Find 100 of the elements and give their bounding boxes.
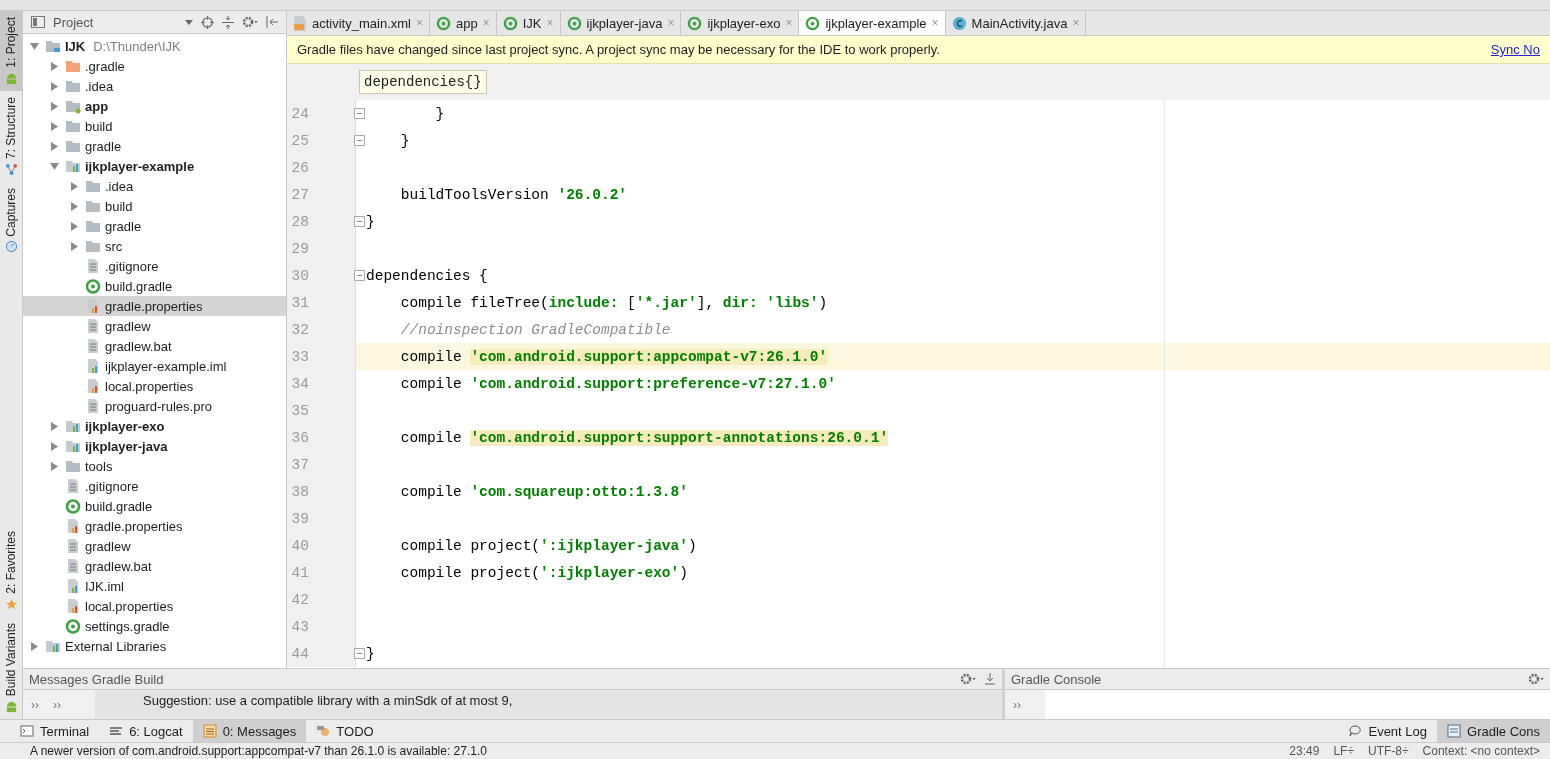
fold-marker-icon[interactable]: [354, 135, 365, 146]
tree-item[interactable]: build: [23, 116, 286, 136]
tree-item[interactable]: ijkplayer-exo: [23, 416, 286, 436]
file-icon: [65, 578, 81, 594]
tree-item[interactable]: local.properties: [23, 376, 286, 396]
tree-item[interactable]: .idea: [23, 76, 286, 96]
expand-button[interactable]: ››: [31, 694, 39, 715]
class-icon: [951, 15, 967, 31]
status-item[interactable]: LF÷: [1333, 744, 1354, 758]
code-line: buildToolsVersion '26.0.2': [399, 186, 628, 203]
item-label: ijkplayer-java: [85, 438, 168, 454]
folder-icon: [65, 118, 81, 134]
item-label: build.gradle: [85, 498, 153, 514]
tree-item[interactable]: gradle.properties: [23, 296, 286, 316]
line-number: 24: [290, 105, 309, 122]
settings-icon[interactable]: [242, 16, 258, 28]
properties-file-icon: [85, 378, 101, 394]
tool-tab[interactable]: 0: Messages: [192, 720, 307, 742]
expand-button[interactable]: ››: [53, 694, 61, 715]
tree-item[interactable]: tools: [23, 456, 286, 476]
status-item[interactable]: UTF-8÷: [1368, 744, 1409, 758]
tree-item[interactable]: gradlew: [23, 536, 286, 556]
file-icon: [85, 258, 101, 274]
file-icon: [65, 478, 81, 494]
dropdown-arrow-icon[interactable]: [185, 19, 193, 25]
tree-item[interactable]: ijkplayer-example.iml: [23, 356, 286, 376]
tree-item[interactable]: settings.gradle: [23, 616, 286, 636]
panel-title: Messages Gradle Build: [29, 671, 165, 687]
tree-item[interactable]: IJK.iml: [23, 576, 286, 596]
hide-panel-icon[interactable]: [266, 16, 278, 28]
item-label: proguard-rules.pro: [105, 398, 212, 414]
line-number: 26: [290, 159, 309, 176]
fold-marker-icon[interactable]: [354, 270, 365, 281]
fold-marker-icon[interactable]: [354, 648, 365, 659]
tool-tab[interactable]: Terminal: [10, 720, 100, 742]
tree-item[interactable]: app: [23, 96, 286, 116]
tree-item[interactable]: ijkplayer-java: [23, 436, 286, 456]
tree-item[interactable]: gradle.properties: [23, 516, 286, 536]
tree-item[interactable]: gradlew.bat: [23, 556, 286, 576]
tool-tab[interactable]: TODO: [306, 720, 384, 742]
tool-tab[interactable]: Gradle Cons: [1437, 720, 1550, 742]
status-message: A newer version of com.android.support:appcompat-v7 than 26.1.0 is available: 27.1.0: [30, 744, 488, 758]
tree-item[interactable]: .idea: [23, 176, 286, 196]
fold-marker-icon[interactable]: [354, 216, 365, 227]
line-number: 41: [290, 564, 309, 581]
todo-icon: [316, 724, 331, 738]
tree-item[interactable]: proguard-rules.pro: [23, 396, 286, 416]
module-icon: [65, 418, 81, 434]
folder-icon: [45, 38, 61, 54]
gradle-file-icon: [502, 15, 518, 31]
settings-icon[interactable]: [960, 673, 976, 685]
status-item[interactable]: 23:49: [1289, 744, 1320, 758]
expand-button[interactable]: ››: [1013, 694, 1021, 715]
download-icon[interactable]: [984, 673, 996, 685]
line-number: 32: [290, 321, 309, 338]
tree-item[interactable]: .gradle: [23, 56, 286, 76]
folder-icon: [65, 58, 81, 74]
crosshair-icon[interactable]: [201, 15, 214, 29]
code-line: dependencies {: [366, 267, 488, 284]
tree-item[interactable]: build.gradle: [23, 496, 286, 516]
collapse-icon[interactable]: [222, 15, 234, 29]
fold-marker-icon[interactable]: [354, 108, 365, 119]
tree-item[interactable]: External Libraries: [23, 636, 286, 656]
line-number: 25: [290, 132, 309, 149]
tool-window-tab[interactable]: Build Variants: [0, 616, 22, 719]
tool-window-tab[interactable]: 7: Structure: [0, 90, 22, 182]
line-number: 28: [290, 213, 309, 230]
tree-item[interactable]: gradle: [23, 216, 286, 236]
line-number: 29: [290, 240, 309, 257]
tree-item[interactable]: src: [23, 236, 286, 256]
tool-window-tab[interactable]: Captures: [0, 181, 22, 260]
item-label: tools: [85, 458, 113, 474]
tree-item[interactable]: IJK D:\Thunder\IJK: [23, 36, 286, 56]
sync-link[interactable]: Sync No: [1490, 42, 1540, 57]
item-label: .idea: [85, 78, 114, 94]
settings-icon[interactable]: [1528, 673, 1544, 685]
tree-item[interactable]: ijkplayer-example: [23, 156, 286, 176]
tool-tab[interactable]: 6: Logcat: [99, 720, 193, 742]
gradle-file-icon: [805, 15, 821, 31]
line-number: 44: [290, 645, 309, 662]
tool-window-tab[interactable]: 2: Favorites: [0, 525, 22, 617]
expand-arrow-icon[interactable]: [29, 641, 39, 651]
tool-tab[interactable]: Event Log: [1338, 720, 1437, 742]
status-item[interactable]: Context: <no context>: [1422, 744, 1540, 758]
tool-window-tab[interactable]: 1: Project: [0, 11, 22, 91]
tree-item[interactable]: local.properties: [23, 596, 286, 616]
tab-label: ijkplayer-exo: [707, 15, 781, 31]
tree-item[interactable]: gradle: [23, 136, 286, 156]
tree-item[interactable]: .gitignore: [23, 476, 286, 496]
tree-item[interactable]: build: [23, 196, 286, 216]
tree-item[interactable]: gradlew.bat: [23, 336, 286, 356]
folder-icon: [65, 78, 81, 94]
item-label: local.properties: [85, 598, 174, 614]
item-label: build: [105, 198, 133, 214]
tree-item[interactable]: gradlew: [23, 316, 286, 336]
code-line: }: [366, 645, 375, 662]
line-number: 40: [290, 537, 309, 554]
tree-item[interactable]: build.gradle: [23, 276, 286, 296]
editor-tab[interactable]: ijkplayer-example ×: [799, 11, 946, 35]
tree-item[interactable]: .gitignore: [23, 256, 286, 276]
